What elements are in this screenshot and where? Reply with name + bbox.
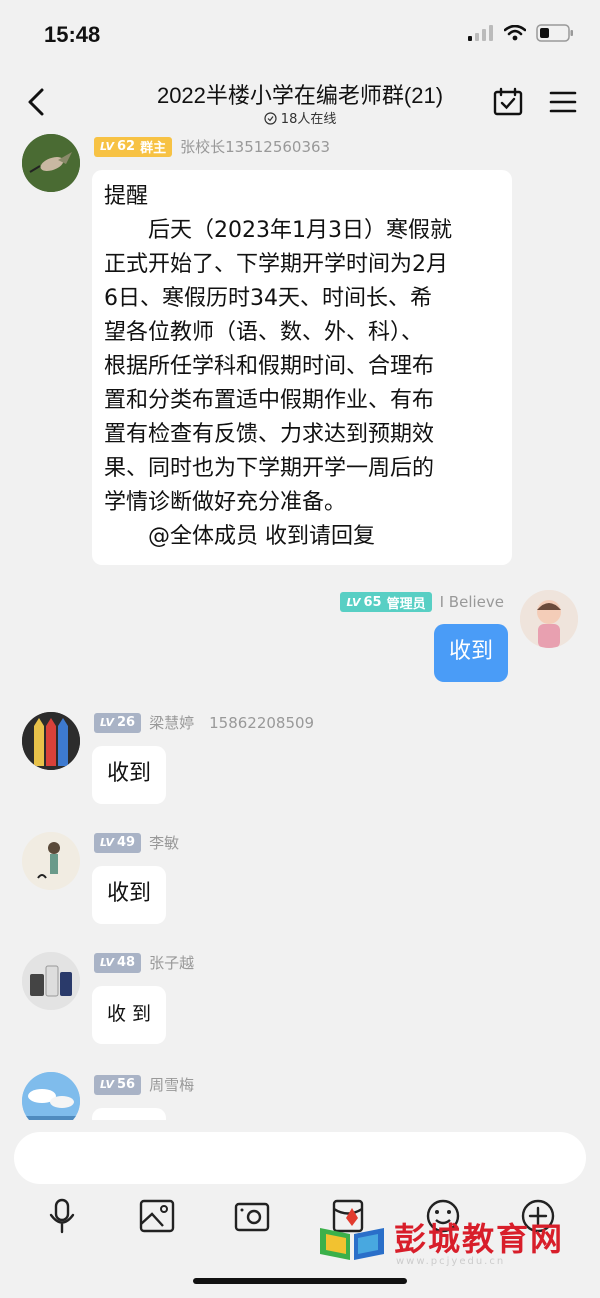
- sender-name: 梁慧婷 15862208509: [149, 714, 315, 732]
- level-number: 65: [363, 594, 382, 610]
- level-number: 62: [117, 139, 136, 154]
- status-time: 15:48: [44, 22, 101, 47]
- camera-icon[interactable]: [232, 1196, 272, 1236]
- message-bubble[interactable]: 收 到: [92, 986, 166, 1044]
- message-bubble[interactable]: [92, 1108, 166, 1120]
- level-badge: LV 26: [94, 712, 142, 733]
- sender-name: 李敏: [149, 834, 180, 852]
- message-text: 收 到: [106, 1003, 152, 1025]
- avatar[interactable]: [22, 952, 80, 1010]
- message-line: 望各位教师（语、数、外、科）、: [104, 320, 424, 345]
- message-line: 6日、寒假历时34天、时间长、希: [104, 286, 432, 311]
- battery-icon: [536, 24, 573, 42]
- message-bubble[interactable]: 收到: [434, 624, 508, 682]
- watermark-text: 彭城教育网: [394, 1221, 565, 1257]
- message-bubble[interactable]: 收到: [92, 866, 166, 924]
- message-list[interactable]: LV 62 群主 张校长13512560363 提醒 后天（2023年1月3日）…: [0, 134, 600, 1120]
- sender-name: 周雪梅: [149, 1076, 195, 1094]
- watermark-logo: [320, 1208, 384, 1260]
- message-item-self: LV 65 管理员 I Believe 收到: [0, 590, 600, 690]
- level-prefix: LV: [100, 140, 115, 153]
- level-prefix: LV: [100, 1078, 115, 1091]
- avatar[interactable]: [22, 712, 80, 770]
- avatar[interactable]: [22, 134, 80, 192]
- level-badge: LV 62 群主: [94, 136, 173, 157]
- sender-info: LV 49 李敏: [94, 832, 179, 853]
- home-indicator[interactable]: [193, 1278, 407, 1284]
- message-line: 学情诊断做好充分准备。: [104, 490, 347, 515]
- sender-name: 张子越: [149, 954, 195, 972]
- level-number: 48: [117, 955, 136, 970]
- watermark-url: www.pcjyedu.cn: [396, 1256, 506, 1267]
- level-prefix: LV: [100, 716, 115, 729]
- sender-info: LV 26 梁慧婷 15862208509: [94, 712, 314, 733]
- chat-header: 2022半楼小学在编老师群(21) 18人在线: [0, 70, 600, 134]
- sender-name: 张校长13512560363: [180, 138, 331, 156]
- online-count-text: 18人在线: [280, 112, 337, 127]
- message-bubble[interactable]: 收到: [92, 746, 166, 804]
- menu-icon[interactable]: [548, 86, 578, 118]
- level-prefix: LV: [100, 836, 115, 849]
- message-item: LV 62 群主 张校长13512560363 提醒 后天（2023年1月3日）…: [0, 134, 600, 574]
- level-number: 49: [117, 835, 136, 850]
- level-badge: LV 65 管理员: [340, 592, 432, 612]
- message-line: 果、同时也为下学期开学一周后的: [104, 456, 435, 481]
- sender-name: I Believe: [439, 593, 504, 611]
- message-line: 根据所任学科和假期时间、合理布: [104, 354, 435, 379]
- header-actions: [492, 86, 578, 118]
- message-line: @全体成员 收到请回复: [104, 524, 375, 549]
- level-prefix: LV: [100, 956, 115, 969]
- online-status-icon: [264, 112, 277, 125]
- message-line: 提醒: [104, 184, 149, 209]
- calendar-check-icon[interactable]: [492, 86, 524, 118]
- message-line: 后天（2023年1月3日）寒假就: [104, 218, 452, 243]
- message-text: 收到: [106, 881, 151, 906]
- status-bar: 15:48: [0, 0, 600, 70]
- sender-info: LV 56 周雪梅: [94, 1074, 194, 1095]
- level-badge: LV 56: [94, 1074, 142, 1095]
- message-line: 正式开始了、下学期开学时间为2月: [104, 252, 448, 277]
- image-icon[interactable]: [137, 1196, 177, 1236]
- level-number: 56: [117, 1077, 136, 1092]
- message-input[interactable]: [14, 1132, 586, 1184]
- watermark: 彭城教育网 www.pcjyedu.cn: [316, 1204, 576, 1274]
- role-label: 管理员: [386, 596, 426, 612]
- avatar[interactable]: [22, 1072, 80, 1120]
- wifi-icon: [504, 25, 526, 41]
- message-text: 收到: [106, 761, 151, 786]
- message-item: LV 26 梁慧婷 15862208509 收到: [0, 710, 600, 810]
- avatar[interactable]: [22, 832, 80, 890]
- level-badge: LV 49: [94, 832, 142, 853]
- message-bubble[interactable]: 提醒 后天（2023年1月3日）寒假就 正式开始了、下学期开学时间为2月 6日、…: [92, 170, 512, 565]
- mic-icon[interactable]: [42, 1196, 82, 1236]
- avatar[interactable]: [520, 590, 578, 648]
- sender-info: LV 65 管理员 I Believe: [340, 592, 504, 612]
- sender-info: LV 48 张子越: [94, 952, 194, 973]
- message-text: 收到: [448, 639, 493, 664]
- message-item: LV 48 张子越 收 到: [0, 950, 600, 1050]
- message-item: LV 49 李敏 收到: [0, 830, 600, 930]
- message-line: 置和分类布置适中假期作业、有布: [104, 388, 435, 413]
- message-line: 置有检查有反馈、力求达到预期效: [104, 422, 435, 447]
- message-item: LV 56 周雪梅: [0, 1072, 600, 1120]
- status-icons: [468, 24, 574, 42]
- level-number: 26: [117, 715, 136, 730]
- role-label: 群主: [140, 141, 167, 156]
- cellular-signal-icon: [468, 25, 493, 41]
- level-badge: LV 48: [94, 952, 142, 973]
- sender-info: LV 62 群主 张校长13512560363: [94, 136, 330, 157]
- level-prefix: LV: [346, 595, 361, 609]
